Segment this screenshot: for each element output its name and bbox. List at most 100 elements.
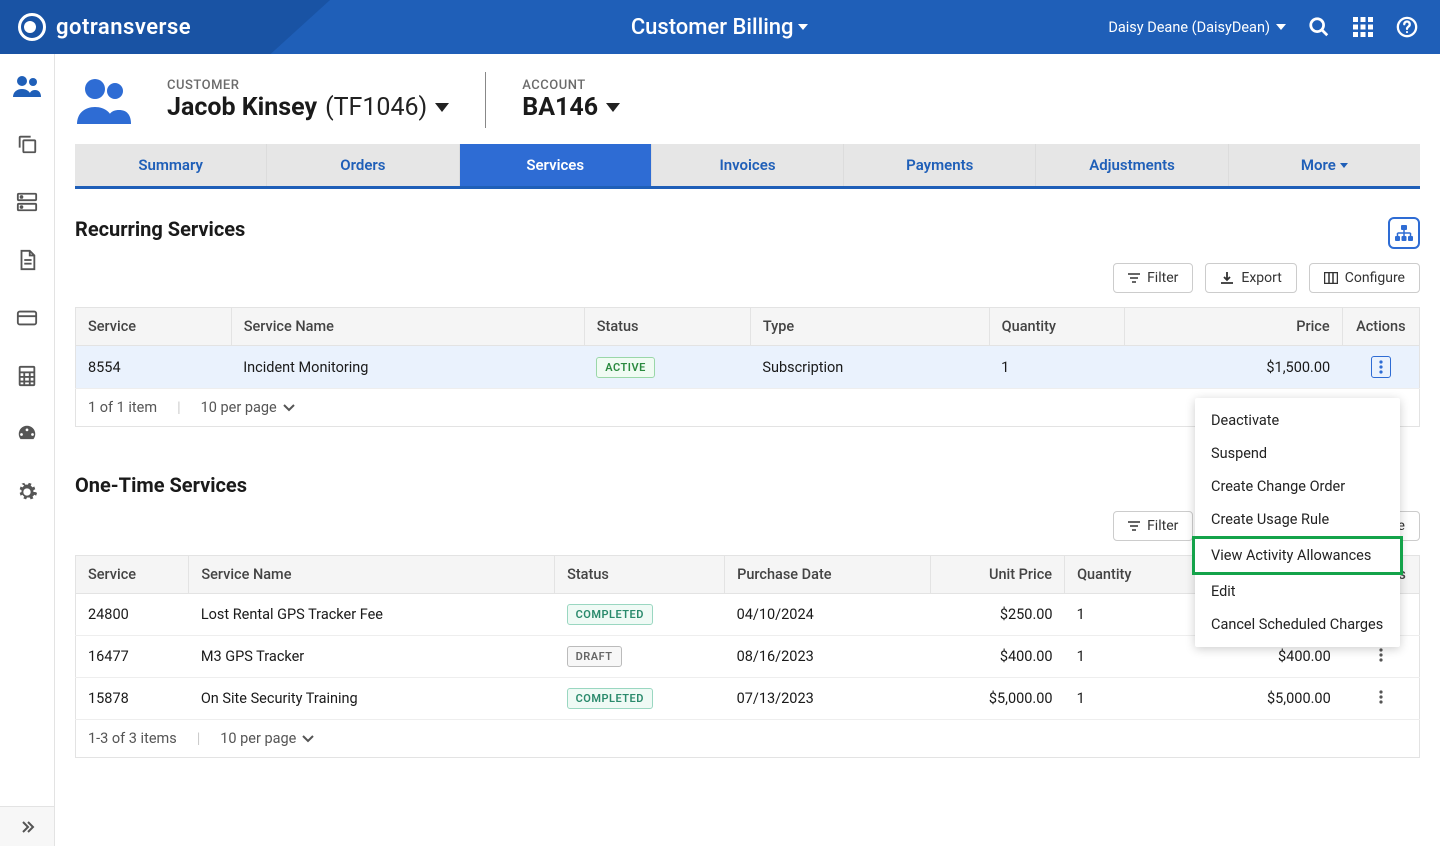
recurring-table: Service Service Name Status Type Quantit…: [75, 307, 1420, 389]
onetime-title: One-Time Services: [75, 473, 247, 497]
cell-unit-price: $400.00: [931, 636, 1065, 678]
pager-count: 1-3 of 3 items: [88, 730, 177, 747]
actions-dropdown: Deactivate Suspend Create Change Order C…: [1195, 398, 1400, 647]
action-create-change-order[interactable]: Create Change Order: [1195, 470, 1400, 503]
cell-price: $1,500.00: [1124, 346, 1342, 389]
cell-unit-price: $250.00: [931, 594, 1065, 636]
cell-service-name: On Site Security Training: [189, 678, 555, 720]
help-icon[interactable]: [1396, 16, 1418, 38]
search-icon[interactable]: [1308, 16, 1330, 38]
nav-calculator-icon[interactable]: [13, 362, 41, 390]
cell-actions: [1342, 346, 1419, 389]
col-actions: Actions: [1342, 308, 1419, 346]
col-unit-price[interactable]: Unit Price: [931, 556, 1065, 594]
action-view-activity-allowances[interactable]: View Activity Allowances: [1195, 539, 1400, 572]
chevron-down-icon: [435, 103, 449, 112]
row-actions-button[interactable]: [1379, 648, 1383, 662]
col-status[interactable]: Status: [555, 556, 725, 594]
tab-services[interactable]: Services: [460, 144, 652, 186]
nav-document-icon[interactable]: [13, 246, 41, 274]
onetime-pager: 1-3 of 3 items | 10 per page: [75, 720, 1420, 758]
account-block: ACCOUNT BA146: [522, 78, 620, 122]
col-quantity[interactable]: Quantity: [1065, 556, 1199, 594]
col-service[interactable]: Service: [76, 308, 232, 346]
cell-date: 08/16/2023: [725, 636, 931, 678]
tab-orders[interactable]: Orders: [267, 144, 459, 186]
cell-actions: [1343, 678, 1420, 720]
tab-payments[interactable]: Payments: [844, 144, 1036, 186]
table-row[interactable]: 8554 Incident Monitoring ACTIVE Subscrip…: [76, 346, 1420, 389]
status-badge: ACTIVE: [596, 357, 655, 378]
cell-quantity: 1: [1065, 594, 1199, 636]
app-title-text: Customer Billing: [631, 15, 794, 40]
tab-adjustments[interactable]: Adjustments: [1036, 144, 1228, 186]
nav-server-icon[interactable]: [13, 188, 41, 216]
customer-dropdown[interactable]: Jacob Kinsey (TF1046): [167, 93, 449, 122]
cell-service: 15878: [76, 678, 189, 720]
action-cancel-scheduled-charges[interactable]: Cancel Scheduled Charges: [1195, 608, 1400, 641]
cell-service-name: Lost Rental GPS Tracker Fee: [189, 594, 555, 636]
filter-label: Filter: [1147, 270, 1178, 286]
nav-copy-icon[interactable]: [13, 130, 41, 158]
col-service-name[interactable]: Service Name: [231, 308, 584, 346]
account-dropdown[interactable]: BA146: [522, 93, 620, 122]
filter-label: Filter: [1147, 518, 1178, 534]
brand-text: gotransverse: [56, 15, 191, 40]
nav-card-icon[interactable]: [13, 304, 41, 332]
nav-settings-icon[interactable]: [13, 478, 41, 506]
top-bar: gotransverse Customer Billing Daisy Dean…: [0, 0, 1440, 54]
main-content: CUSTOMER Jacob Kinsey (TF1046) ACCOUNT B…: [55, 54, 1440, 846]
user-label: Daisy Deane (DaisyDean): [1108, 19, 1270, 36]
account-label: ACCOUNT: [522, 78, 620, 93]
top-right-controls: Daisy Deane (DaisyDean): [1108, 16, 1440, 38]
pager-perpage-dropdown[interactable]: 10 per page: [201, 399, 295, 416]
nav-dashboard-icon[interactable]: [13, 420, 41, 448]
apps-grid-icon[interactable]: [1352, 16, 1374, 38]
tab-bar: Summary Orders Services Invoices Payment…: [75, 144, 1420, 189]
action-suspend[interactable]: Suspend: [1195, 437, 1400, 470]
hierarchy-button[interactable]: [1388, 217, 1420, 249]
cell-status: COMPLETED: [555, 594, 725, 636]
row-actions-button[interactable]: [1379, 690, 1383, 704]
nav-customers-icon[interactable]: [13, 72, 41, 100]
configure-button[interactable]: Configure: [1309, 263, 1420, 293]
action-edit[interactable]: Edit: [1195, 575, 1400, 608]
col-service[interactable]: Service: [76, 556, 189, 594]
nav-expand-toggle[interactable]: [0, 806, 54, 846]
account-name-text: BA146: [522, 93, 598, 122]
pager-perpage-dropdown[interactable]: 10 per page: [220, 730, 314, 747]
brand-logo[interactable]: gotransverse: [18, 13, 191, 41]
tab-summary[interactable]: Summary: [75, 144, 267, 186]
user-menu[interactable]: Daisy Deane (DaisyDean): [1108, 19, 1286, 36]
tab-more[interactable]: More: [1229, 144, 1420, 186]
cell-quantity: 1: [1065, 636, 1199, 678]
pager-count: 1 of 1 item: [88, 399, 157, 416]
customer-name-text: Jacob Kinsey: [167, 93, 317, 122]
customer-header: CUSTOMER Jacob Kinsey (TF1046) ACCOUNT B…: [75, 72, 1420, 128]
action-deactivate[interactable]: Deactivate: [1195, 404, 1400, 437]
col-purchase-date[interactable]: Purchase Date: [725, 556, 931, 594]
filter-button[interactable]: Filter: [1113, 263, 1193, 293]
col-status[interactable]: Status: [584, 308, 750, 346]
export-button[interactable]: Export: [1205, 263, 1296, 293]
filter-button[interactable]: Filter: [1113, 511, 1193, 541]
chevron-down-icon: [1276, 24, 1286, 30]
recurring-services-section: Recurring Services Filter Export Configu…: [75, 217, 1420, 427]
col-price[interactable]: Price: [1124, 308, 1342, 346]
cell-status: DRAFT: [555, 636, 725, 678]
col-service-name[interactable]: Service Name: [189, 556, 555, 594]
cell-type: Subscription: [750, 346, 989, 389]
tab-invoices[interactable]: Invoices: [652, 144, 844, 186]
configure-label: Configure: [1345, 270, 1405, 286]
row-actions-button[interactable]: [1371, 356, 1391, 378]
col-type[interactable]: Type: [750, 308, 989, 346]
cell-service-name: M3 GPS Tracker: [189, 636, 555, 678]
app-title-dropdown[interactable]: Customer Billing: [330, 15, 1108, 40]
cell-service: 24800: [76, 594, 189, 636]
col-quantity[interactable]: Quantity: [989, 308, 1124, 346]
pager-perpage-label: 10 per page: [201, 399, 277, 416]
left-nav: [0, 54, 55, 846]
action-create-usage-rule[interactable]: Create Usage Rule: [1195, 503, 1400, 536]
table-row[interactable]: 15878 On Site Security Training COMPLETE…: [76, 678, 1420, 720]
highlight-box: View Activity Allowances: [1192, 536, 1403, 575]
